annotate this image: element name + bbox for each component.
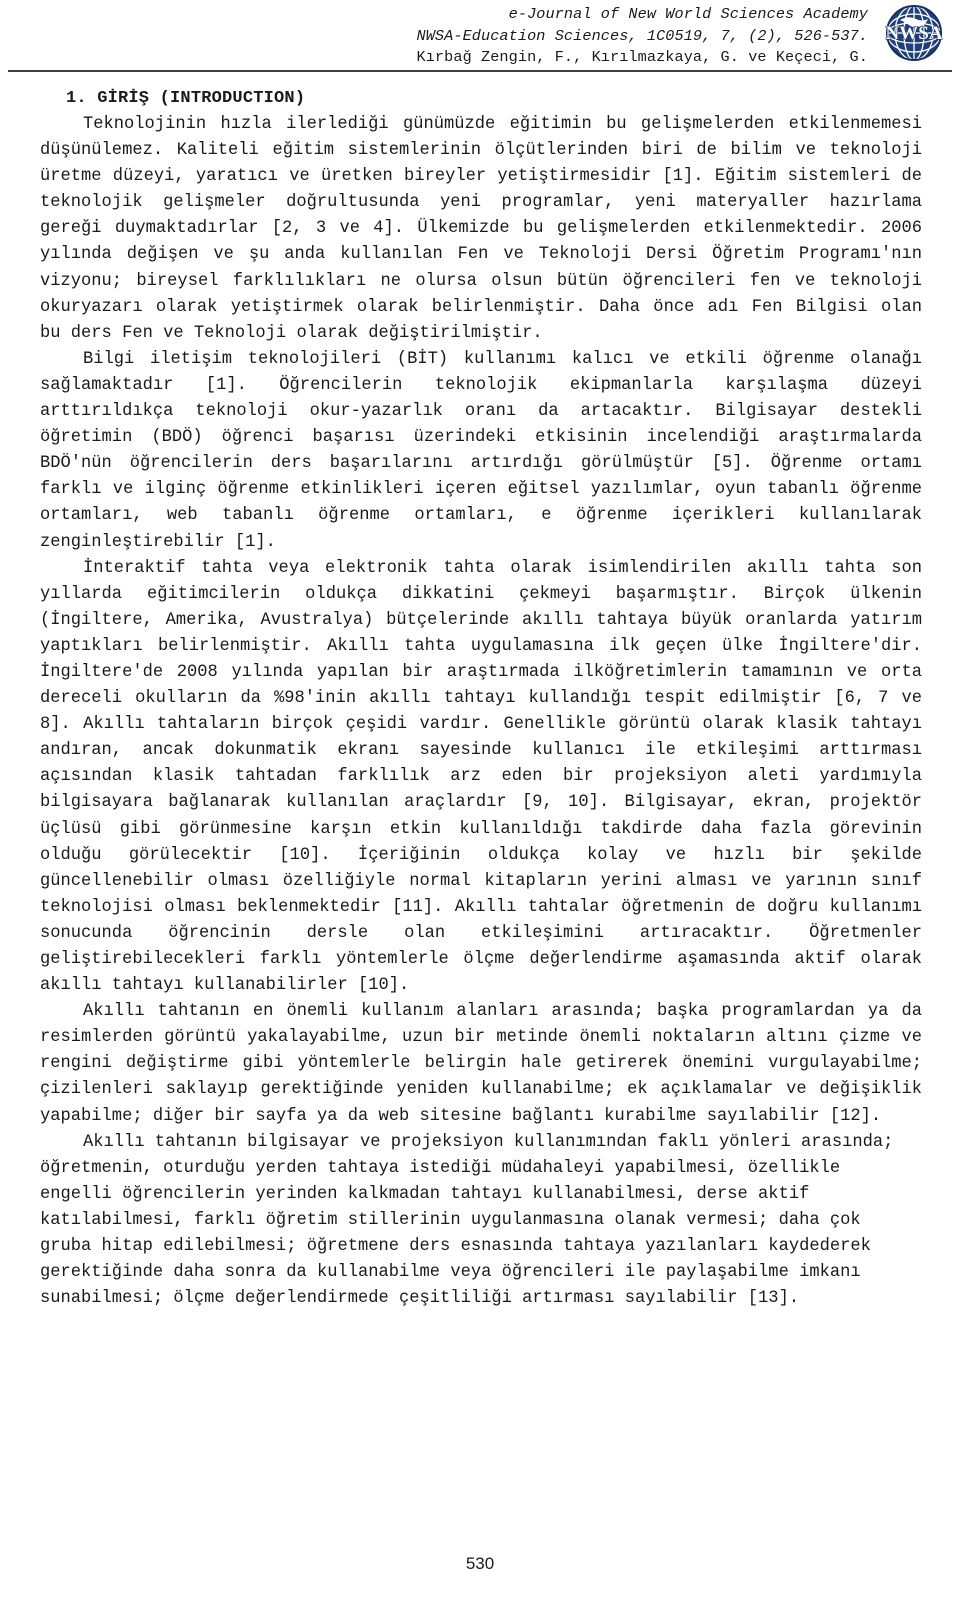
page-number: 530	[465, 1554, 495, 1573]
nwsa-logo: NWSA	[878, 3, 950, 65]
paragraph-1: Teknolojinin hızla ilerlediği günümüzde …	[40, 115, 922, 343]
paragraph-3: İnteraktif tahta veya elektronik tahta o…	[40, 558, 922, 996]
section-heading-introduction: 1. GİRİŞ (INTRODUCTION)	[66, 89, 306, 108]
page-running-header: e-Journal of New World Sciences Academy …	[0, 0, 960, 72]
paragraph-4: Akıllı tahtanın en önemli kullanım alanl…	[40, 1002, 922, 1126]
header-divider-rule	[8, 70, 952, 72]
authors-line: Kırbağ Zengin, F., Kırılmazkaya, G. ve K…	[416, 48, 868, 66]
logo-wordmark: NWSA	[885, 23, 942, 44]
journal-citation-block: e-Journal of New World Sciences Academy …	[417, 4, 869, 69]
journal-issue-line: NWSA-Education Sciences, 1C0519, 7, (2),…	[416, 26, 868, 45]
globe-icon: NWSA	[885, 5, 943, 61]
paragraph-2: Bilgi iletişim teknolojileri (BİT) kulla…	[40, 349, 922, 552]
paragraph-5: Akıllı tahtanın bilgisayar ve projeksiyo…	[40, 1132, 894, 1309]
journal-title-line: e-Journal of New World Sciences Academy	[508, 5, 868, 23]
document-body: 1. GİRİŞ (INTRODUCTION) Teknolojinin hız…	[40, 86, 922, 1312]
